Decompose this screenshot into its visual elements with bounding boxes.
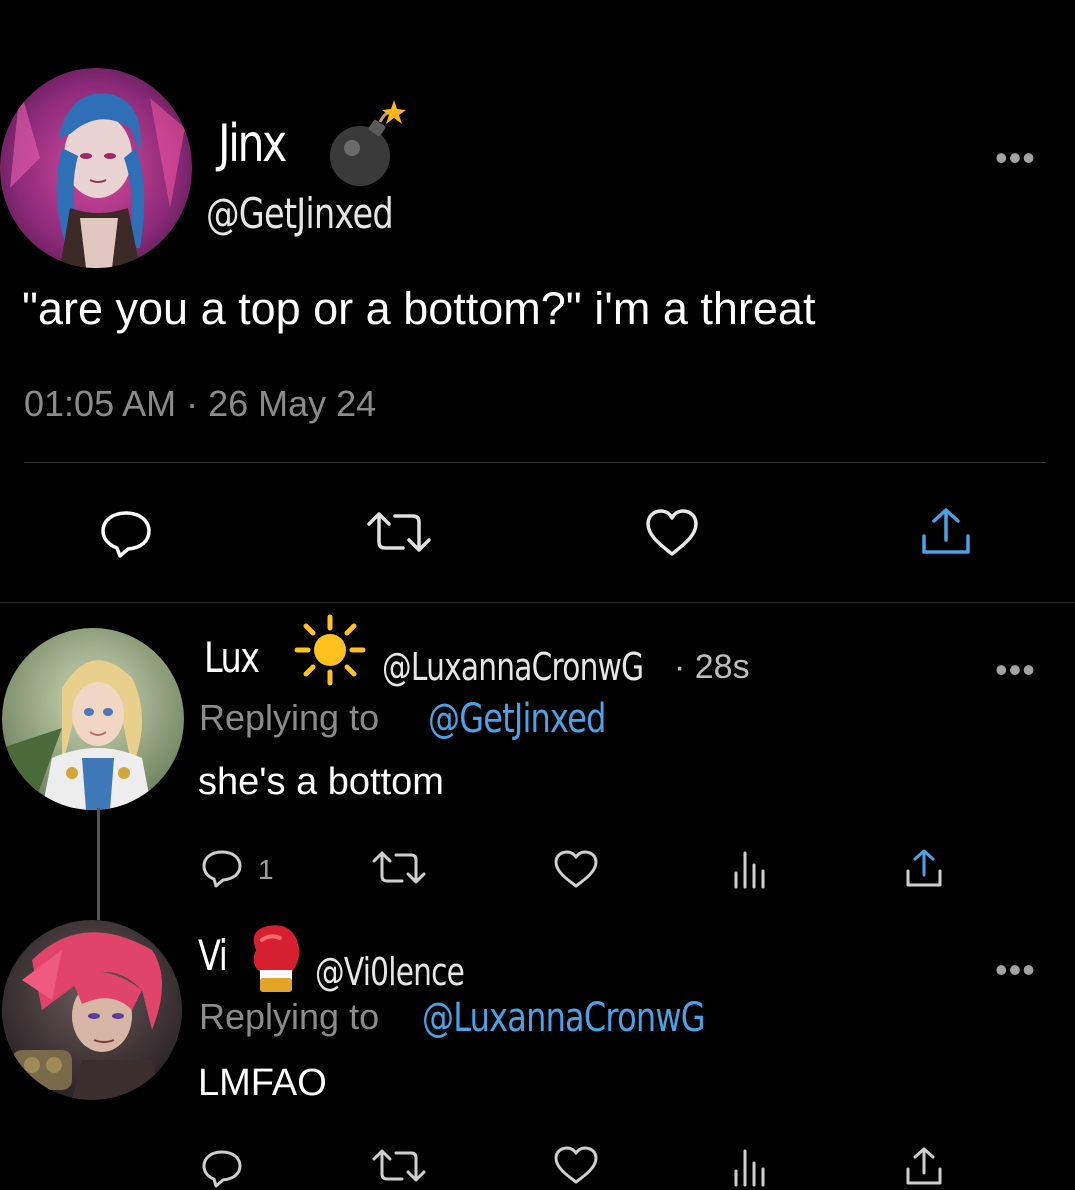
share-button[interactable] — [918, 506, 974, 558]
more-options-icon[interactable]: ••• — [995, 140, 1036, 176]
replying-to-link[interactable]: @GetJinxed — [428, 699, 606, 739]
handle[interactable]: @LuxannaCronwG — [382, 648, 644, 686]
timestamp: · 28s — [674, 648, 750, 686]
tweet-text: LMFAO — [198, 1062, 327, 1104]
reply-button[interactable] — [198, 1146, 246, 1190]
reply-button[interactable] — [198, 846, 246, 890]
avatar[interactable] — [2, 920, 182, 1100]
retweet-button[interactable] — [364, 508, 434, 556]
retweet-icon — [367, 512, 431, 552]
share-icon — [922, 508, 970, 554]
sun-icon — [294, 614, 366, 686]
views-button[interactable] — [728, 848, 768, 890]
lux-avatar-image — [2, 628, 184, 810]
views-icon — [734, 1149, 765, 1187]
like-icon — [554, 850, 598, 888]
display-name[interactable]: Vi — [198, 935, 228, 977]
share-icon — [906, 849, 942, 887]
handle[interactable]: @Vi0lence — [315, 953, 465, 991]
divider — [0, 602, 1075, 603]
like-icon — [646, 509, 698, 556]
timestamp[interactable]: 01:05 AM · 26 May 24 — [24, 383, 376, 425]
divider — [24, 462, 1046, 463]
reply-icon — [202, 1150, 242, 1188]
share-button[interactable] — [902, 846, 946, 890]
reply-icon — [202, 850, 242, 888]
retweet-icon — [372, 1149, 426, 1182]
more-options-icon[interactable]: ••• — [995, 652, 1036, 688]
display-name[interactable]: Jinx — [218, 118, 287, 170]
reply-icon — [101, 511, 151, 558]
handle[interactable]: @GetJinxed — [206, 193, 394, 235]
replying-to-link[interactable]: @LuxannaCronwG — [422, 998, 706, 1038]
avatar[interactable] — [0, 68, 192, 268]
share-icon — [906, 1147, 942, 1185]
replying-to-label: Replying to — [199, 996, 380, 1037]
jinx-avatar-image — [0, 68, 192, 268]
tweet-text: she's a bottom — [198, 761, 444, 803]
like-icon — [554, 1146, 598, 1184]
views-icon — [734, 851, 765, 889]
like-button[interactable] — [552, 1144, 600, 1186]
reply-count: 1 — [258, 854, 274, 885]
views-button[interactable] — [728, 1146, 768, 1188]
thread-connector — [97, 808, 100, 920]
share-button[interactable] — [902, 1144, 946, 1188]
vi-avatar-image — [2, 920, 182, 1100]
more-options-icon[interactable]: ••• — [995, 952, 1036, 988]
retweet-icon — [372, 851, 426, 884]
tweet-text: "are you a top or a bottom?" i'm a threa… — [22, 283, 816, 334]
like-button[interactable] — [552, 848, 600, 890]
replying-to-label: Replying to — [199, 697, 380, 738]
display-name[interactable]: Lux — [204, 637, 260, 679]
boxing-glove-icon — [242, 920, 306, 996]
retweet-button[interactable] — [370, 1146, 428, 1186]
like-button[interactable] — [644, 508, 700, 558]
bomb-icon — [326, 98, 408, 190]
retweet-button[interactable] — [370, 848, 428, 888]
reply-button[interactable] — [96, 508, 156, 558]
avatar[interactable] — [2, 628, 184, 810]
